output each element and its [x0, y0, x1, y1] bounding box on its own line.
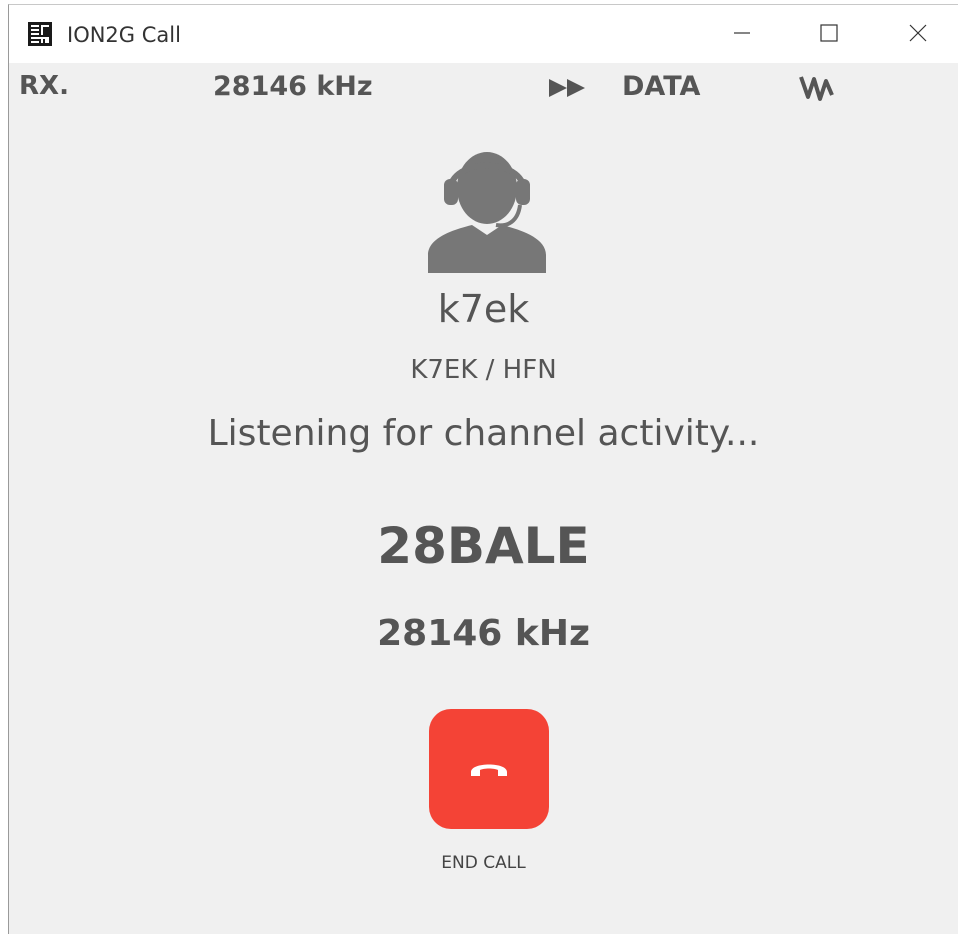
- call-status: Listening for channel activity...: [207, 413, 760, 454]
- end-call-label: END CALL: [441, 853, 526, 873]
- window-title: ION2G Call: [67, 23, 181, 47]
- minimize-button[interactable]: [719, 13, 765, 53]
- data-label: DATA: [622, 71, 701, 102]
- close-button[interactable]: [895, 13, 941, 53]
- minimize-icon: [734, 32, 750, 34]
- headset-person-icon: [428, 152, 546, 273]
- waveform-icon: [799, 76, 834, 101]
- app-icon: [28, 22, 52, 46]
- call-window: ION2G Call RX. 28146 kHz DATA k7ek K7EK …: [8, 4, 958, 934]
- contact-username: k7ek: [437, 287, 530, 331]
- maximize-icon: [820, 24, 838, 42]
- channel-frequency: 28146 kHz: [377, 613, 590, 654]
- close-icon: [909, 24, 927, 42]
- status-frequency: 28146 kHz: [213, 71, 373, 102]
- contact-callsign: K7EK / HFN: [410, 355, 557, 385]
- hang-up-phone-icon: [471, 764, 507, 776]
- maximize-button[interactable]: [806, 13, 852, 53]
- status-bar: RX. 28146 kHz DATA: [9, 63, 958, 103]
- end-call-button[interactable]: [429, 709, 549, 829]
- rx-mode-label: RX.: [19, 71, 69, 101]
- fast-forward-icon: [549, 79, 585, 97]
- channel-name: 28BALE: [377, 517, 590, 575]
- title-bar[interactable]: ION2G Call: [9, 5, 958, 63]
